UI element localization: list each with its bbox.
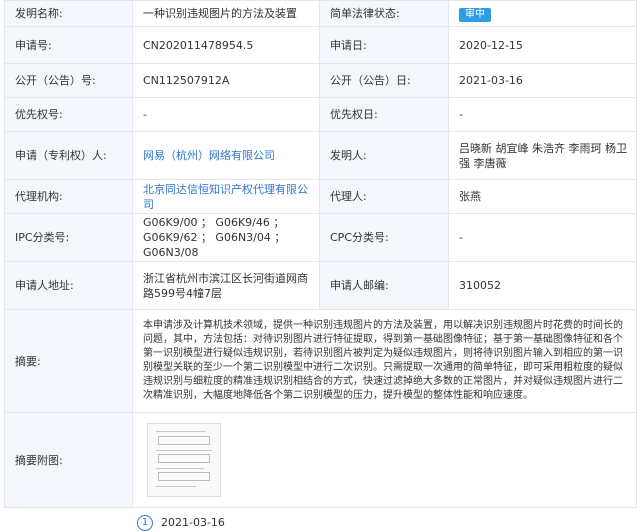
agent-label: 代理人:: [319, 179, 449, 214]
invention-name-label: 发明名称:: [4, 0, 133, 27]
publication-date-value: 2021-03-16: [448, 63, 637, 98]
patent-info-table: 发明名称: 一种识别违规图片的方法及装置 简单法律状态: 审中 申请号: CN2…: [4, 0, 637, 508]
status-badge: 审中: [459, 7, 491, 22]
inventor-label: 发明人:: [319, 131, 449, 180]
abstract-figure-label: 摘要附图:: [4, 412, 133, 508]
postcode-value: 310052: [448, 261, 637, 310]
timeline-date: 2021-03-16: [161, 516, 225, 529]
priority-number-value: -: [132, 97, 320, 132]
invention-name-value: 一种识别违规图片的方法及装置: [132, 0, 320, 27]
application-date-value: 2020-12-15: [448, 26, 637, 64]
agent-value: 张燕: [448, 179, 637, 214]
cpc-value: -: [448, 213, 637, 262]
timeline-step-number: 1: [137, 514, 153, 531]
agency-label: 代理机构:: [4, 179, 133, 214]
abstract-figure-thumbnail[interactable]: [147, 423, 221, 497]
publication-number-label: 公开（公告）号:: [4, 63, 133, 98]
inventor-value: 吕晓新 胡宜峰 朱浩齐 李雨珂 杨卫强 李唐薇: [448, 131, 637, 180]
abstract-figure-cell: [132, 412, 637, 508]
publication-number-value: CN112507912A: [132, 63, 320, 98]
agency-link[interactable]: 北京同达信恒知识产权代理有限公司: [143, 183, 308, 211]
cpc-label: CPC分类号:: [319, 213, 449, 262]
address-label: 申请人地址:: [4, 261, 133, 310]
priority-date-value: -: [448, 97, 637, 132]
publication-date-label: 公开（公告）日:: [319, 63, 449, 98]
applicant-link[interactable]: 网易（杭州）网络有限公司: [143, 149, 275, 162]
postcode-label: 申请人邮编:: [319, 261, 449, 310]
application-date-label: 申请日:: [319, 26, 449, 64]
applicant-label: 申请（专利权）人:: [4, 131, 133, 180]
address-value: 浙江省杭州市滨江区长河街道网商路599号4幢7层: [132, 261, 320, 310]
abstract-label: 摘要:: [4, 309, 133, 413]
application-number-value: CN202011478954.5: [132, 26, 320, 64]
legal-status-label: 简单法律状态:: [319, 0, 449, 27]
ipc-value: G06K9/00 ； G06K9/46 ； G06K9/62 ； G06N3/0…: [132, 213, 320, 262]
priority-date-label: 优先权日:: [319, 97, 449, 132]
timeline: 1 2021-03-16: [137, 514, 225, 531]
priority-number-label: 优先权号:: [4, 97, 133, 132]
application-number-label: 申请号:: [4, 26, 133, 64]
abstract-text: 本申请涉及计算机技术领域，提供一种识别违规图片的方法及装置，用以解决识别违规图片…: [132, 309, 637, 413]
ipc-label: IPC分类号:: [4, 213, 133, 262]
